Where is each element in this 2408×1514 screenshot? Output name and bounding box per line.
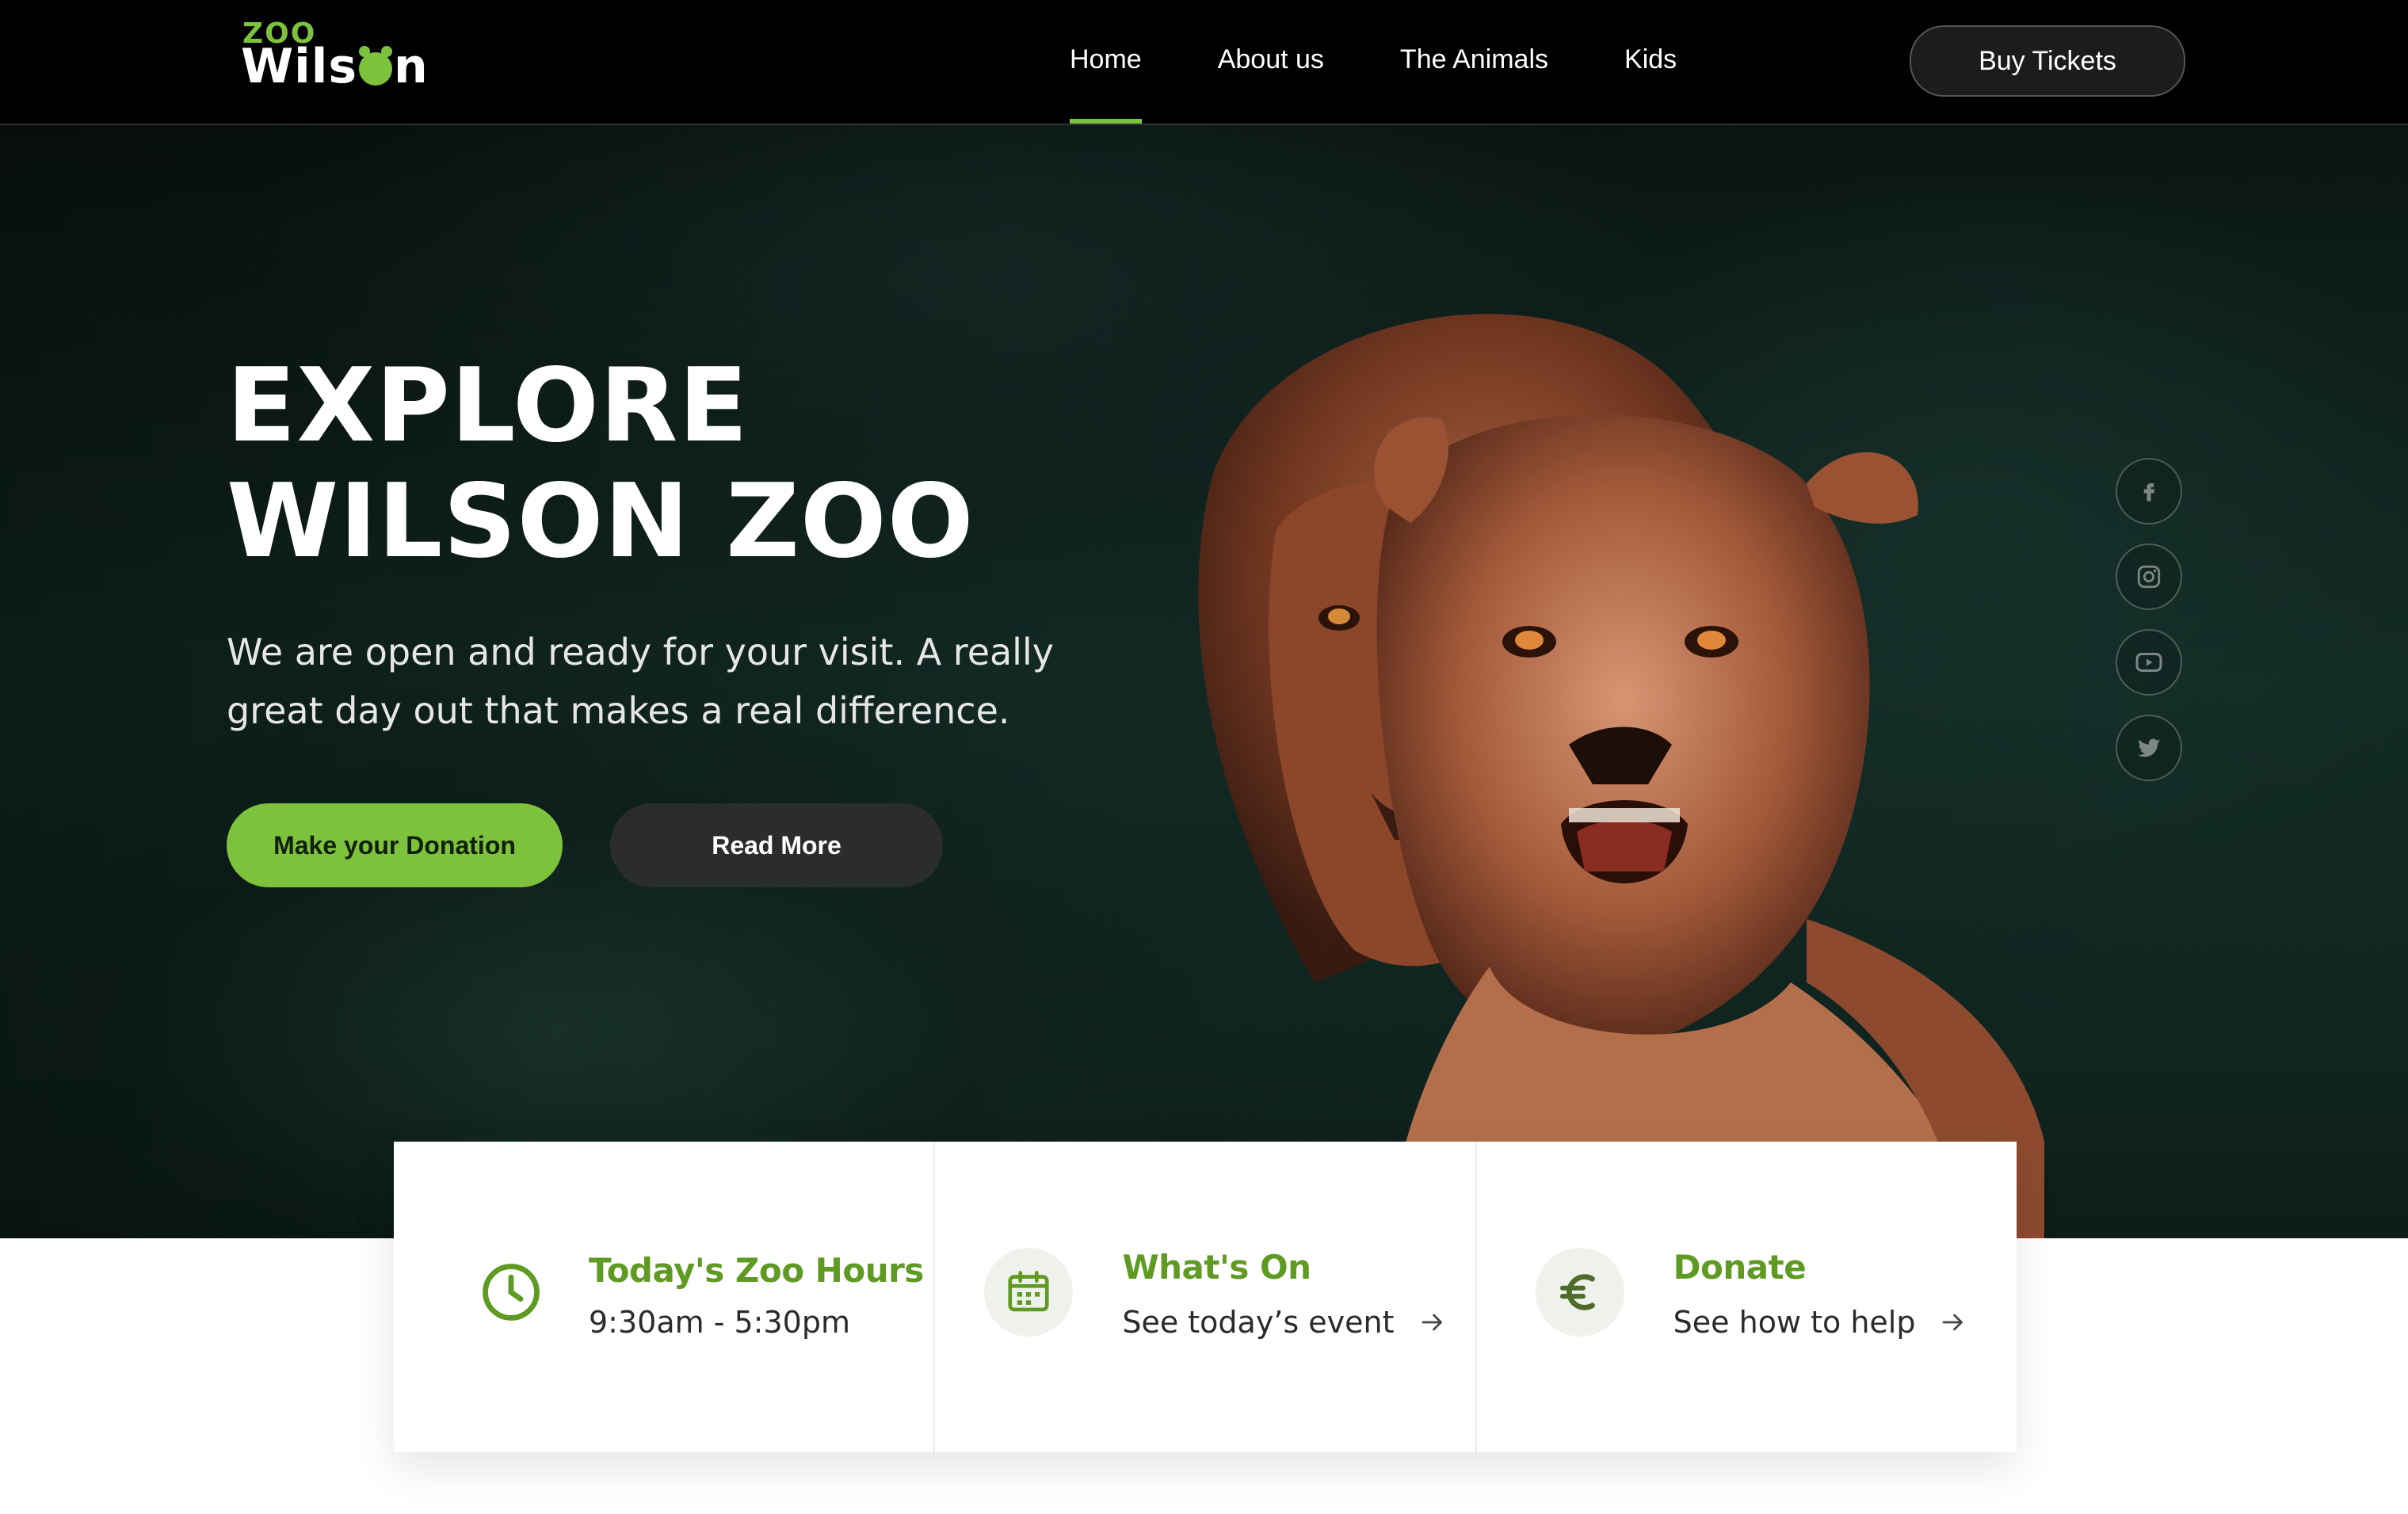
zoo-hours-card: Today's Zoo Hours 9:30am - 5:30pm: [394, 1142, 933, 1452]
twitter-icon[interactable]: [2116, 715, 2182, 781]
hero-subtitle: We are open and ready for your visit. A …: [227, 631, 1054, 732]
arrow-right-icon: [1422, 1314, 1442, 1331]
nav-about-us[interactable]: About us: [1218, 0, 1324, 124]
euro-icon-wrap: [1535, 1248, 1624, 1337]
logo-wilson-text: Wils n: [241, 41, 429, 92]
make-donation-button[interactable]: Make your Donation: [227, 803, 563, 887]
donate-link-label: See how to help: [1673, 1305, 1916, 1340]
whats-on-link-label: See today’s event: [1122, 1305, 1395, 1340]
hero-title-line-2: WILSON ZOO: [227, 463, 975, 581]
clock-icon-wrap: [467, 1248, 555, 1337]
buy-tickets-button[interactable]: Buy Tickets: [1910, 25, 2185, 97]
instagram-icon[interactable]: [2116, 543, 2182, 610]
logo-animal-icon: [359, 46, 393, 86]
hero-title: EXPLORE WILSON ZOO: [227, 349, 975, 580]
euro-icon: [1559, 1274, 1595, 1310]
read-more-button[interactable]: Read More: [610, 803, 943, 887]
zoo-hours-value: 9:30am - 5:30pm: [589, 1305, 850, 1340]
top-navbar: ZOO Wils n Home About us The Animals Kids…: [0, 0, 2408, 125]
clock-icon: [483, 1264, 540, 1321]
donate-card[interactable]: Donate See how to help: [1475, 1142, 2017, 1452]
zoo-wilson-logo[interactable]: ZOO Wils n: [241, 17, 431, 97]
info-cards: Today's Zoo Hours 9:30am - 5:30pm What's…: [394, 1142, 2017, 1452]
calendar-icon: [1008, 1271, 1049, 1312]
zoo-hours-title: Today's Zoo Hours: [589, 1251, 924, 1290]
nav-the-animals[interactable]: The Animals: [1400, 0, 1548, 124]
lionesses-image: [1198, 314, 2044, 1238]
calendar-icon-wrap: [984, 1248, 1074, 1337]
whats-on-card[interactable]: What's On See today’s event: [933, 1142, 1475, 1452]
main-nav: Home About us The Animals Kids: [1070, 0, 1753, 124]
donate-title: Donate: [1673, 1248, 1807, 1287]
donate-link[interactable]: See how to help: [1673, 1305, 1970, 1340]
youtube-icon[interactable]: [2116, 629, 2182, 696]
whats-on-title: What's On: [1122, 1248, 1311, 1287]
social-links: [2116, 458, 2182, 800]
arrow-right-icon: [1943, 1314, 1963, 1331]
hero-title-line-1: EXPLORE: [227, 347, 749, 465]
nav-home[interactable]: Home: [1070, 0, 1142, 124]
facebook-icon[interactable]: [2116, 458, 2182, 524]
nav-kids[interactable]: Kids: [1624, 0, 1677, 124]
logo-wilson-part-a: Wils: [241, 39, 358, 94]
whats-on-link[interactable]: See today’s event: [1122, 1305, 1448, 1340]
hero-section: ZOO Wils n Home About us The Animals Kids…: [0, 0, 2408, 1238]
logo-wilson-part-b: n: [394, 39, 429, 94]
